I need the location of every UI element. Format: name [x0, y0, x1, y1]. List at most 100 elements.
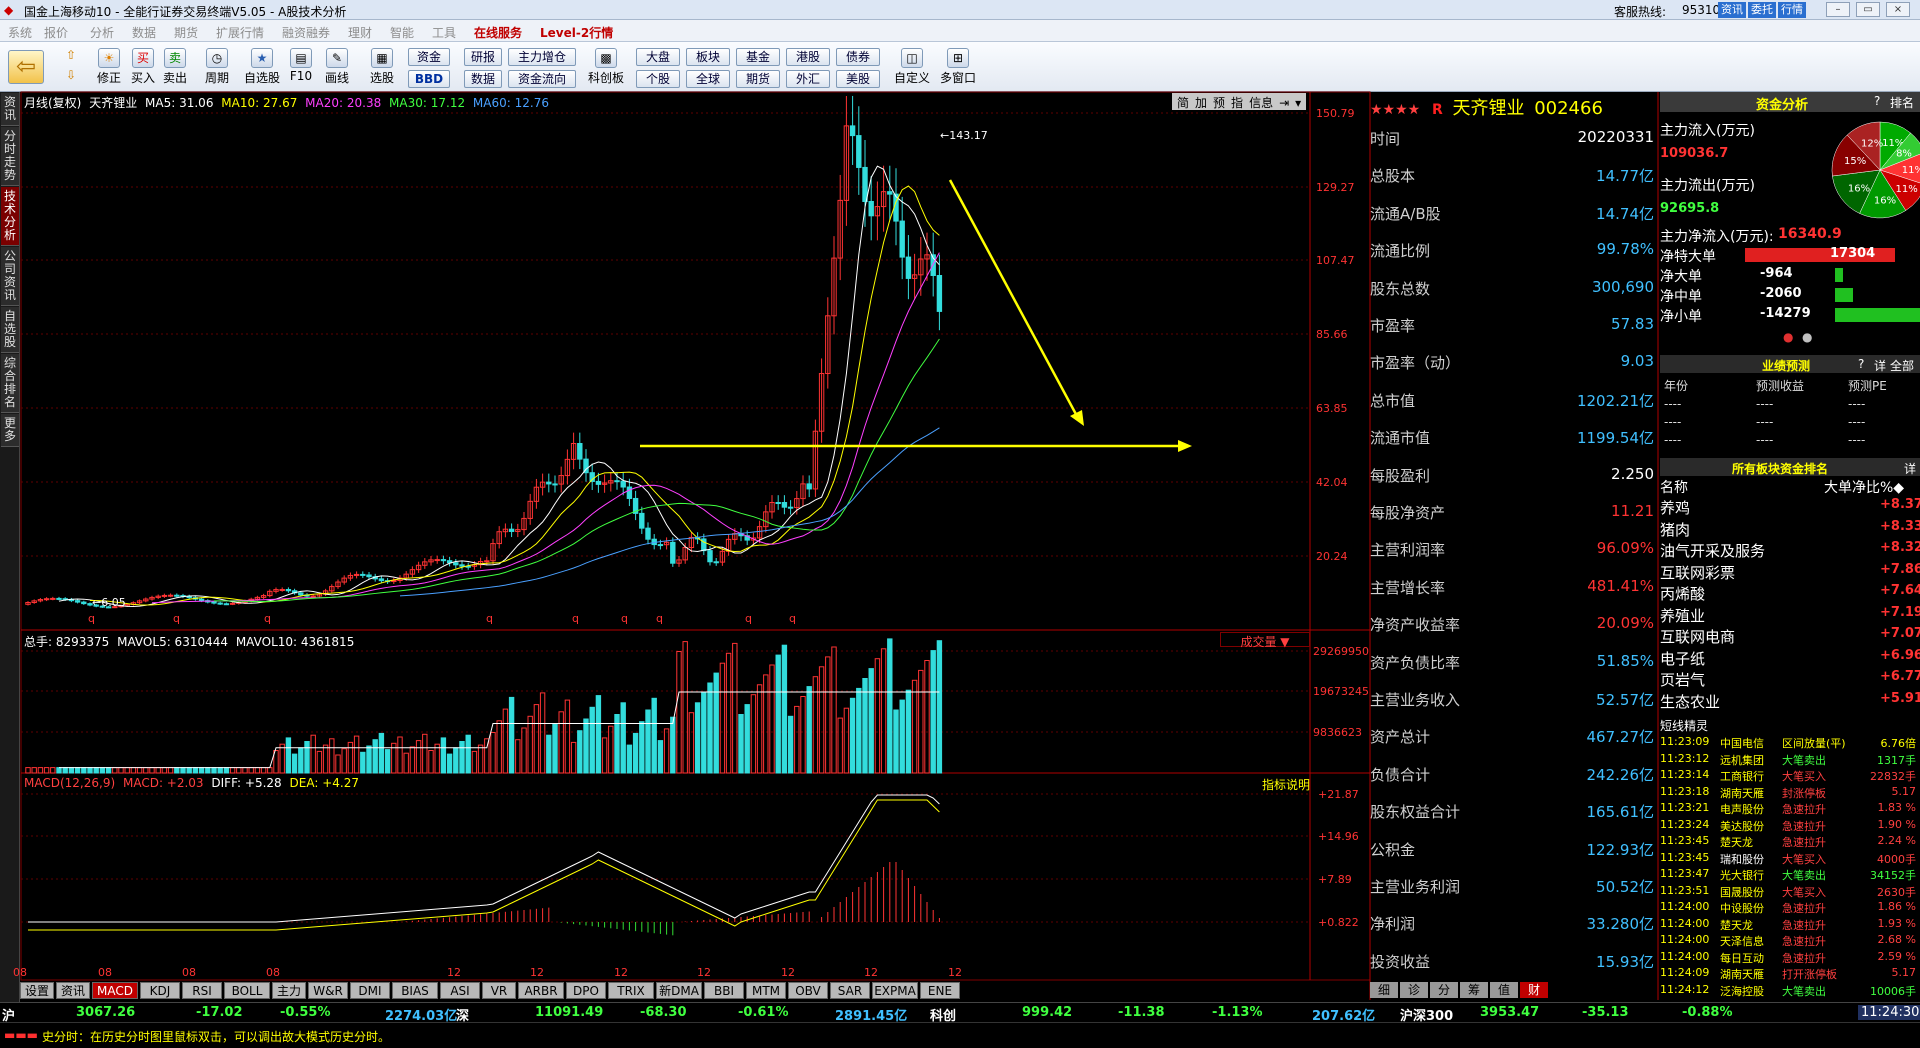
sector-name[interactable]: 油气开采及服务: [1660, 540, 1765, 561]
info-button[interactable]: 信息: [1249, 96, 1273, 110]
forecast-help-button[interactable]: ?: [1858, 357, 1864, 371]
indicator-tab[interactable]: EXPMA: [872, 982, 918, 999]
indicator-tab[interactable]: ENE: [920, 982, 960, 999]
indicator-tab[interactable]: BIAS: [392, 982, 438, 999]
volume-bar: [694, 702, 701, 774]
indicator-tab[interactable]: RSI: [182, 982, 222, 999]
volume-bar: [924, 660, 930, 774]
sector-detail-button[interactable]: 详: [1904, 460, 1916, 477]
fin-row: 资产负债比率 51.85%: [1370, 644, 1654, 681]
fin-tab[interactable]: 分: [1430, 982, 1458, 998]
fin-value: 15.93亿: [1596, 952, 1654, 971]
forecast-detail-button[interactable]: 详: [1874, 357, 1886, 374]
short-stock[interactable]: 楚天龙: [1720, 917, 1753, 933]
candle-body: [453, 562, 459, 566]
indicator-tab[interactable]: BOLL: [224, 982, 270, 999]
short-stock[interactable]: 中设股份: [1720, 900, 1764, 916]
capital-rank-button[interactable]: 排名: [1890, 94, 1914, 111]
volume-bar: [713, 672, 719, 774]
short-stock[interactable]: 泛海控股: [1720, 983, 1764, 999]
simple-button[interactable]: 简: [1177, 96, 1189, 110]
indicator-button[interactable]: 指: [1231, 96, 1243, 110]
dot-red-icon[interactable]: ●: [1783, 330, 1793, 344]
volume-bar: [645, 709, 651, 774]
indicator-tab[interactable]: 主力: [272, 982, 306, 999]
chevron-down-icon[interactable]: ▾: [1295, 96, 1301, 110]
volume-dropdown[interactable]: 成交量 ▼: [1220, 632, 1310, 649]
short-stock[interactable]: 瑞和股份: [1720, 851, 1764, 867]
short-stock[interactable]: 楚天龙: [1720, 834, 1753, 850]
fin-tab[interactable]: 财: [1520, 982, 1548, 998]
sector-name[interactable]: 丙烯酸: [1660, 583, 1705, 604]
x-tick: 12: [781, 966, 795, 979]
fin-value: 2.250: [1611, 464, 1654, 483]
sector-name[interactable]: 养殖业: [1660, 605, 1705, 626]
r-badge: R: [1431, 102, 1443, 118]
indicator-tab[interactable]: ARBR: [518, 982, 564, 999]
short-stock[interactable]: 每日互动: [1720, 950, 1764, 966]
dot-gray-icon[interactable]: ●: [1802, 330, 1812, 344]
indicator-tab[interactable]: BBI: [704, 982, 744, 999]
capital-help-button[interactable]: ?: [1874, 94, 1880, 108]
sector-name[interactable]: 电子纸: [1660, 648, 1705, 669]
expand-icon[interactable]: ⇥: [1279, 96, 1289, 110]
volume-bar: [279, 743, 285, 774]
short-stock[interactable]: 工商银行: [1720, 768, 1764, 784]
short-stock[interactable]: 美达股份: [1720, 818, 1764, 834]
indicator-tab[interactable]: W&R: [308, 982, 348, 999]
predict-button[interactable]: 预: [1213, 96, 1225, 110]
fin-tab[interactable]: 细: [1370, 982, 1398, 998]
capital-title: 资金分析: [1756, 98, 1809, 113]
sector-name[interactable]: 猪肉: [1660, 519, 1690, 540]
add-button[interactable]: 加: [1195, 96, 1207, 110]
volume-bar: [167, 767, 174, 774]
sector-name[interactable]: 互联网电商: [1660, 626, 1735, 647]
q-marker: q: [264, 612, 271, 625]
short-stock[interactable]: 远机集团: [1720, 752, 1764, 768]
indicator-tab[interactable]: 资讯: [56, 982, 90, 999]
indicator-tab[interactable]: KDJ: [140, 982, 180, 999]
short-stock[interactable]: 中国电信: [1720, 735, 1764, 751]
sector-name[interactable]: 生态农业: [1660, 691, 1720, 712]
volume-bar: [806, 686, 812, 774]
sector-name[interactable]: 养鸡: [1660, 497, 1690, 518]
indicator-tab[interactable]: 新DMA: [656, 982, 702, 999]
fin-key: 时间: [1370, 130, 1401, 148]
volume-bar: [31, 767, 37, 774]
indicator-tab[interactable]: ASI: [440, 982, 480, 999]
fin-row: 流通A/B股 14.74亿: [1370, 195, 1654, 232]
sector-name[interactable]: 页岩气: [1660, 669, 1705, 690]
short-stock[interactable]: 湖南天雁: [1720, 966, 1764, 982]
indicator-tab[interactable]: OBV: [788, 982, 828, 999]
indicator-tab[interactable]: VR: [482, 982, 516, 999]
indicator-tab[interactable]: DPO: [566, 982, 606, 999]
indicator-tab[interactable]: MACD: [92, 982, 138, 999]
short-stock[interactable]: 光大银行: [1720, 867, 1764, 883]
x-tick: 12: [614, 966, 628, 979]
indicator-tab[interactable]: SAR: [830, 982, 870, 999]
short-stock[interactable]: 湖南天雁: [1720, 785, 1764, 801]
forecast-cell: ----: [1664, 397, 1682, 411]
mavol5-label: MAVOL5: 6310444: [117, 635, 228, 649]
fin-tab[interactable]: 诊: [1400, 982, 1428, 998]
indicator-tab[interactable]: DMI: [350, 982, 390, 999]
short-stock[interactable]: 国晟股份: [1720, 884, 1764, 900]
fin-tab[interactable]: 筹: [1460, 982, 1488, 998]
forecast-all-button[interactable]: 全部: [1890, 357, 1914, 374]
fin-tab[interactable]: 值: [1490, 982, 1518, 998]
short-stock[interactable]: 电声股份: [1720, 801, 1764, 817]
fin-key: 流通A/B股: [1370, 204, 1441, 223]
volume-bar: [366, 745, 372, 774]
indicator-tab[interactable]: 设置: [20, 982, 54, 999]
indicator-help-button[interactable]: 指标说明: [1262, 776, 1310, 793]
short-stock[interactable]: 天泽信息: [1720, 933, 1764, 949]
x-tick: 08: [13, 966, 27, 979]
candle-body: [279, 588, 285, 591]
dea-value: DEA: +4.27: [289, 776, 359, 790]
volume-bar: [124, 767, 130, 774]
indicator-tab[interactable]: MTM: [746, 982, 786, 999]
macd-tick: +21.87: [1318, 788, 1359, 801]
sector-name[interactable]: 互联网彩票: [1660, 562, 1735, 583]
indicator-tab[interactable]: TRIX: [608, 982, 654, 999]
volume-bar: [508, 696, 515, 774]
